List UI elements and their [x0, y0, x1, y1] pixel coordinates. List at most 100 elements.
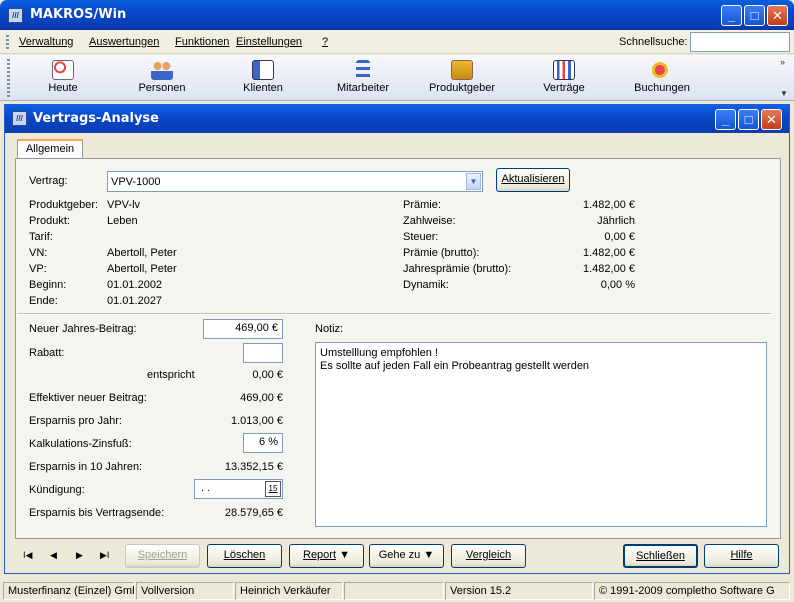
org-tree-icon	[356, 60, 370, 80]
prev-record-icon[interactable]: ◀	[50, 550, 57, 561]
equivalent-label: entspricht	[147, 369, 195, 381]
toolbar-chevron-down-icon[interactable]: ▼	[780, 89, 788, 98]
window-title-bar[interactable]: /// Vertrags-Analyse _ □ ✕	[5, 105, 789, 133]
section-divider	[17, 313, 771, 315]
savings-year-value: 1.013,00 €	[231, 415, 283, 427]
toolbar-buchungen-button[interactable]: Buchungen	[622, 57, 702, 99]
calendar-clock-icon	[52, 60, 74, 80]
discount-input[interactable]	[243, 343, 283, 363]
toolbar-overflow-icon[interactable]: »	[780, 57, 785, 67]
menu-einstellungen[interactable]: Einstellungen	[236, 36, 302, 48]
status-empty	[344, 582, 444, 600]
toolbar-mitarbeiter-button[interactable]: Mitarbeiter	[323, 57, 403, 99]
last-record-icon[interactable]: ▶I	[100, 550, 109, 561]
detail-label: Jahresprämie (brutto):	[403, 263, 512, 275]
detail-value: Abertoll, Peter	[107, 247, 177, 259]
menu-funktionen[interactable]: Funktionen	[175, 36, 229, 48]
interest-input[interactable]: 6 %	[243, 433, 283, 453]
detail-value: 0,00 %	[600, 279, 635, 291]
contract-select[interactable]: VPV-1000 ▼	[107, 171, 483, 192]
compare-button[interactable]: Vergleich	[451, 544, 526, 568]
termination-date-input[interactable]: . . 15	[194, 479, 283, 499]
note-textarea[interactable]: Umstelllung empfohlen ! Es sollte auf je…	[315, 342, 767, 527]
maximize-button[interactable]: □	[744, 5, 765, 26]
menu-bar: Verwaltung Auswertungen Funktionen Einst…	[0, 30, 794, 54]
detail-label: Prämie (brutto):	[403, 247, 480, 259]
detail-value: 01.01.2002	[107, 279, 163, 291]
next-record-icon[interactable]: ▶	[76, 550, 83, 561]
window-logo-icon: ///	[12, 111, 27, 126]
detail-label: VP:	[29, 263, 47, 275]
refresh-button[interactable]: Aktualisieren	[496, 168, 570, 192]
savings-10-value: 13.352,15 €	[224, 461, 283, 473]
app-title: MAKROS/Win	[30, 7, 127, 22]
detail-label: Steuer:	[403, 231, 439, 243]
contracts-chart-icon	[553, 60, 575, 80]
client-card-icon	[252, 60, 274, 80]
contract-analysis-window: /// Vertrags-Analyse _ □ ✕ Allgemein Ver…	[4, 104, 790, 574]
toolbar-grip-icon	[7, 59, 10, 97]
tab-allgemein[interactable]: Allgemein	[17, 139, 83, 159]
menu-help[interactable]: ?	[322, 36, 328, 48]
window-minimize-button[interactable]: _	[715, 109, 736, 130]
detail-label: Prämie:	[403, 199, 441, 211]
equivalent-value: 0,00 €	[252, 369, 283, 381]
people-icon	[151, 60, 173, 80]
savings-end-label: Ersparnis bis Vertragsende:	[29, 507, 165, 519]
detail-value: 1.482,00 €	[583, 263, 635, 275]
quick-search-input[interactable]	[690, 32, 790, 52]
termination-label: Kündigung:	[29, 484, 85, 496]
detail-value: Abertoll, Peter	[107, 263, 177, 275]
menu-auswertungen[interactable]: Auswertungen	[89, 36, 159, 48]
toolbar-klienten-button[interactable]: Klienten	[223, 57, 303, 99]
savings-year-label: Ersparnis pro Jahr:	[29, 415, 122, 427]
report-button[interactable]: Report ▼	[289, 544, 364, 568]
menu-grip-icon	[6, 35, 9, 49]
status-company: Musterfinanz (Einzel) Gmb	[3, 582, 135, 600]
product-boxes-icon	[451, 60, 473, 80]
detail-value: 1.482,00 €	[583, 247, 635, 259]
window-close-button[interactable]: ✕	[761, 109, 782, 130]
new-annual-input[interactable]: 469,00 €	[203, 319, 283, 339]
detail-value: Leben	[107, 215, 138, 227]
help-button[interactable]: Hilfe	[704, 544, 779, 568]
first-record-icon[interactable]: I◀	[23, 550, 32, 561]
effective-label: Effektiver neuer Beitrag:	[29, 392, 147, 404]
close-window-button[interactable]: Schließen	[623, 544, 698, 568]
minimize-button[interactable]: _	[721, 5, 742, 26]
savings-end-value: 28.579,65 €	[224, 507, 283, 519]
contract-label: Vertrag:	[29, 175, 68, 187]
status-copyright: © 1991-2009 completho Software G	[594, 582, 790, 600]
window-title: Vertrags-Analyse	[33, 111, 159, 126]
detail-value: VPV-lv	[107, 199, 141, 211]
toolbar-vertraege-button[interactable]: Verträge	[524, 57, 604, 99]
detail-value: 01.01.2027	[107, 295, 163, 307]
status-edition: Vollversion	[136, 582, 234, 600]
detail-label: Ende:	[29, 295, 58, 307]
window-maximize-button[interactable]: □	[738, 109, 759, 130]
detail-value: 1.482,00 €	[583, 199, 635, 211]
delete-button[interactable]: Löschen	[207, 544, 282, 568]
detail-value: 0,00 €	[604, 231, 635, 243]
detail-label: Beginn:	[29, 279, 67, 291]
save-button[interactable]: Speichern	[125, 544, 200, 568]
close-button[interactable]: ✕	[767, 5, 788, 26]
app-title-bar[interactable]: /// MAKROS/Win _ □ ✕	[0, 0, 794, 30]
calendar-icon[interactable]: 15	[265, 481, 281, 497]
interest-label: Kalkulations-Zinsfuß:	[29, 438, 132, 450]
detail-value: Jährlich	[597, 215, 635, 227]
toolbar-heute-button[interactable]: Heute	[23, 57, 103, 99]
goto-button[interactable]: Gehe zu ▼	[369, 544, 444, 568]
chevron-down-icon[interactable]: ▼	[466, 173, 481, 190]
effective-value: 469,00 €	[240, 392, 283, 404]
toolbar-personen-button[interactable]: Personen	[122, 57, 202, 99]
quick-search-label: Schnellsuche:	[619, 36, 688, 48]
new-annual-label: Neuer Jahres-Beitrag:	[29, 323, 137, 335]
toolbar-produktgeber-button[interactable]: Produktgeber	[422, 57, 502, 99]
detail-label: Produkt:	[29, 215, 70, 227]
app-logo-icon: ///	[8, 8, 23, 23]
status-version: Version 15.2	[445, 582, 593, 600]
note-line: Es sollte auf jeden Fall ein Probeantrag…	[320, 360, 590, 372]
menu-verwaltung[interactable]: Verwaltung	[19, 36, 73, 48]
dropdown-arrow-icon: ▼	[339, 549, 350, 561]
